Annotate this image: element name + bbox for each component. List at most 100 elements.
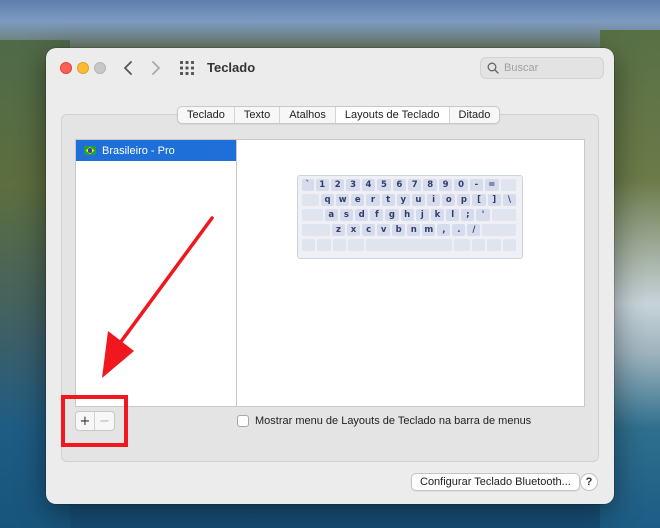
tab-texto[interactable]: Texto xyxy=(235,107,281,123)
key: k xyxy=(430,209,445,221)
grid-icon xyxy=(180,61,194,75)
tab-bar: Teclado Texto Atalhos Layouts de Teclado… xyxy=(177,106,501,124)
key: o xyxy=(442,194,456,206)
key: h xyxy=(400,209,414,221)
key: p xyxy=(457,194,471,206)
key: i xyxy=(427,194,441,206)
key: . xyxy=(452,224,466,236)
show-menu-checkbox[interactable] xyxy=(237,415,249,427)
key: 9 xyxy=(438,179,453,191)
key xyxy=(348,239,364,251)
keyboard-row: ` 1 2 3 4 5 6 7 8 9 0 - = xyxy=(302,179,518,192)
help-button[interactable]: ? xyxy=(580,473,598,491)
key xyxy=(332,239,347,251)
keyboard-row xyxy=(302,239,518,252)
key: / xyxy=(467,224,481,236)
key: a xyxy=(324,209,338,221)
back-button[interactable] xyxy=(118,57,138,79)
list-item-label: Brasileiro - Pro xyxy=(102,144,175,157)
key: [ xyxy=(472,194,486,206)
keyboard-row: a s d f g h j k l ; ' xyxy=(302,209,518,222)
key: q xyxy=(320,194,335,206)
key: ] xyxy=(487,194,501,206)
search-icon xyxy=(487,62,499,74)
key: s xyxy=(339,209,354,221)
forward-button[interactable] xyxy=(146,57,166,79)
key xyxy=(302,194,319,206)
list-item[interactable]: Brasileiro - Pro xyxy=(76,140,236,161)
key: z xyxy=(331,224,346,236)
key: x xyxy=(347,224,361,236)
key: y xyxy=(396,194,410,206)
key: ' xyxy=(476,209,490,221)
chevron-left-icon xyxy=(124,61,132,75)
key: c xyxy=(362,224,376,236)
key: v xyxy=(377,224,391,236)
key: ` xyxy=(302,179,314,191)
key xyxy=(471,239,486,251)
key: 0 xyxy=(454,179,468,191)
key xyxy=(302,209,323,221)
titlebar: Teclado xyxy=(46,48,614,88)
keyboard-layout-preview: ` 1 2 3 4 5 6 7 8 9 0 - = q w e r t y u … xyxy=(297,175,523,259)
window-title: Teclado xyxy=(207,60,256,75)
key: ; xyxy=(461,209,475,221)
desktop-sky xyxy=(0,0,660,48)
key: t xyxy=(381,194,395,206)
key: r xyxy=(366,194,380,206)
minimize-button[interactable] xyxy=(77,62,89,74)
key: 6 xyxy=(392,179,407,191)
tab-ditado[interactable]: Ditado xyxy=(450,107,500,123)
tab-layouts-de-teclado[interactable]: Layouts de Teclado xyxy=(335,107,450,123)
key xyxy=(454,239,470,251)
show-menu-option[interactable]: Mostrar menu de Layouts de Teclado na ba… xyxy=(237,415,531,427)
show-all-button[interactable] xyxy=(179,60,195,76)
key: 1 xyxy=(315,179,329,191)
key xyxy=(365,239,453,251)
red-arrow-annotation xyxy=(102,216,214,378)
key xyxy=(302,239,316,251)
keyboard-row: q w e r t y u i o p [ ] \ xyxy=(302,194,518,207)
highlight-box-annotation xyxy=(61,395,128,447)
tab-teclado[interactable]: Teclado xyxy=(178,107,235,123)
key xyxy=(500,179,516,191)
key: = xyxy=(485,179,499,191)
key: j xyxy=(415,209,429,221)
key xyxy=(491,209,517,221)
key: l xyxy=(446,209,460,221)
key xyxy=(482,224,516,236)
search-input[interactable] xyxy=(504,59,600,77)
keyboard-row: z x c v b n m , . / xyxy=(302,224,518,237)
key: b xyxy=(392,224,406,236)
close-button[interactable] xyxy=(60,62,72,74)
key: g xyxy=(385,209,399,221)
search-field[interactable] xyxy=(480,57,604,79)
key: 5 xyxy=(377,179,391,191)
key: d xyxy=(355,209,369,221)
key xyxy=(302,224,330,236)
key xyxy=(502,239,516,251)
key: \ xyxy=(502,194,516,206)
zoom-button[interactable] xyxy=(94,62,106,74)
brazil-flag-icon xyxy=(84,146,96,155)
key: m xyxy=(422,224,436,236)
key: e xyxy=(351,194,365,206)
key: f xyxy=(370,209,384,221)
key: - xyxy=(469,179,484,191)
key: 4 xyxy=(361,179,376,191)
tab-atalhos[interactable]: Atalhos xyxy=(280,107,336,123)
key: 7 xyxy=(408,179,422,191)
key xyxy=(487,239,501,251)
key: w xyxy=(336,194,350,206)
keyboard-preview-panel: ` 1 2 3 4 5 6 7 8 9 0 - = q w e r t y u … xyxy=(237,139,585,407)
key: n xyxy=(407,224,421,236)
key xyxy=(317,239,331,251)
setup-bluetooth-keyboard-button[interactable]: Configurar Teclado Bluetooth... xyxy=(411,473,580,491)
key: 3 xyxy=(346,179,360,191)
key: u xyxy=(411,194,426,206)
key: 8 xyxy=(423,179,437,191)
show-menu-label: Mostrar menu de Layouts de Teclado na ba… xyxy=(255,415,532,427)
key: 2 xyxy=(330,179,345,191)
chevron-right-icon xyxy=(152,61,160,75)
key: , xyxy=(437,224,451,236)
